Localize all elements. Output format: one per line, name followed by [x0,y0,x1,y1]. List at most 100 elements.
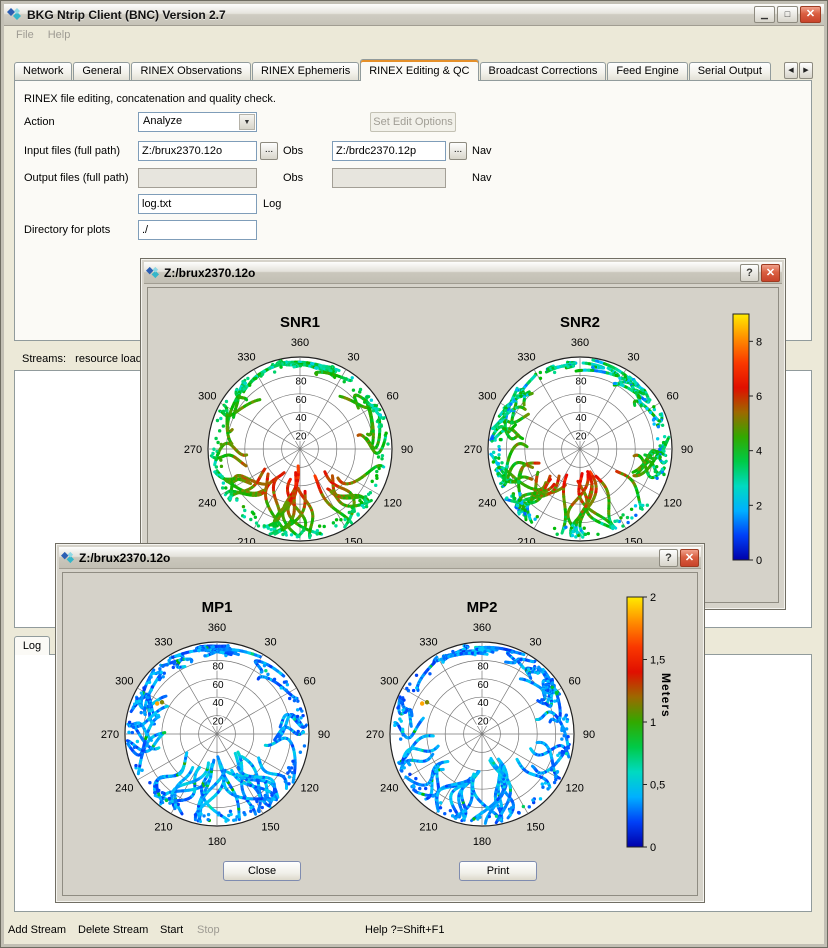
browse-obs-button[interactable]: ... [260,142,278,160]
close-button[interactable]: ✕ [800,6,821,23]
svg-text:300: 300 [198,391,216,403]
tab-strip: Network General RINEX Observations RINEX… [14,61,786,80]
svg-text:90: 90 [681,444,693,456]
svg-text:20: 20 [295,432,307,443]
mp-dialog-title: Z:/brux2370.12o [79,551,657,565]
tab-broadcast-corrections[interactable]: Broadcast Corrections [480,62,607,80]
tab-rinex-ephemeris[interactable]: RINEX Ephemeris [252,62,359,80]
help-shortcut-label: Help ?=Shift+F1 [365,924,445,936]
svg-text:30: 30 [347,351,359,363]
svg-text:80: 80 [575,376,587,387]
svg-text:60: 60 [295,395,307,406]
delete-stream-button[interactable]: Delete Stream [78,924,148,936]
svg-text:360: 360 [571,337,589,349]
tab-rinex-observations[interactable]: RINEX Observations [131,62,250,80]
plots-dir-label: Directory for plots [24,220,110,240]
input-nav-field[interactable] [332,141,446,161]
svg-text:300: 300 [478,391,496,403]
svg-text:6: 6 [756,391,762,403]
menu-file[interactable]: File [9,27,41,45]
close-icon[interactable]: ✕ [680,549,699,567]
bnc-icon [146,266,160,280]
svg-text:330: 330 [517,351,535,363]
input-obs-field[interactable] [138,141,257,161]
mp-dialog-title-bar[interactable]: Z:/brux2370.12o ? ✕ [59,547,701,569]
svg-text:120: 120 [300,783,318,795]
svg-text:330: 330 [237,351,255,363]
svg-text:270: 270 [184,444,202,456]
set-edit-options-button: Set Edit Options [370,112,456,132]
svg-text:360: 360 [208,622,226,634]
help-button[interactable]: ? [659,549,678,567]
action-label: Action [24,112,55,132]
output-obs-field [138,168,257,188]
output-obs-suffix-label: Obs [283,168,303,188]
window-title: BKG Ntrip Client (BNC) Version 2.7 [27,8,752,22]
output-files-label: Output files (full path) [24,168,129,188]
tab-scroll-right-button[interactable]: ▶ [799,62,813,79]
svg-text:4: 4 [756,446,762,458]
tab-log[interactable]: Log [14,636,50,655]
svg-text:330: 330 [154,636,172,648]
svg-text:40: 40 [212,698,224,709]
tab-network[interactable]: Network [14,62,72,80]
add-stream-button[interactable]: Add Stream [8,924,66,936]
snr-dialog-title: Z:/brux2370.12o [164,266,738,280]
svg-text:90: 90 [318,729,330,741]
maximize-button[interactable]: □ [777,6,798,23]
print-button[interactable]: Print [459,861,537,881]
snr-dialog-title-bar[interactable]: Z:/brux2370.12o ? ✕ [144,262,782,284]
svg-text:240: 240 [115,783,133,795]
svg-text:60: 60 [304,676,316,688]
start-button[interactable]: Start [160,924,183,936]
svg-text:80: 80 [212,661,224,672]
action-select[interactable]: Analyze ▼ [138,112,257,132]
output-nav-field [332,168,446,188]
svg-text:60: 60 [575,395,587,406]
title-bar[interactable]: BKG Ntrip Client (BNC) Version 2.7 ▁ □ ✕ [4,4,824,26]
mp-plot-area: MP1 MP2 36030609012015018021024027030033… [62,572,698,896]
nav-suffix-label: Nav [472,141,492,161]
colorbar-unit-label: Meters [659,673,673,718]
svg-text:300: 300 [115,676,133,688]
tab-serial-output[interactable]: Serial Output [689,62,771,80]
close-dialog-button[interactable]: Close [223,861,301,881]
svg-text:210: 210 [154,822,172,834]
tab-scroll-left-button[interactable]: ◀ [784,62,798,79]
input-files-label: Input files (full path) [24,141,120,161]
streams-header: Streams: resource load [22,353,142,365]
logfile-field[interactable] [138,194,257,214]
svg-text:360: 360 [291,337,309,349]
browse-nav-button[interactable]: ... [449,142,467,160]
svg-text:60: 60 [667,391,679,403]
tab-general[interactable]: General [73,62,130,80]
obs-suffix-label: Obs [283,141,303,161]
svg-text:0: 0 [756,555,762,567]
log-suffix-label: Log [263,194,281,214]
bnc-icon [61,551,75,565]
menu-bar: File Help [4,27,824,45]
plots-dir-field[interactable] [138,220,257,240]
tab-rinex-editing-qc[interactable]: RINEX Editing & QC [360,59,478,81]
svg-text:180: 180 [208,836,226,848]
svg-text:240: 240 [198,498,216,510]
svg-text:30: 30 [264,636,276,648]
chevron-down-icon[interactable]: ▼ [239,114,255,130]
svg-text:40: 40 [295,413,307,424]
bnc-main-window: BKG Ntrip Client (BNC) Version 2.7 ▁ □ ✕… [0,0,828,948]
mp-skyplots-canvas: 3603060901201501802102402703003308060402… [63,573,699,897]
panel-description: RINEX file editing, concatenation and qu… [24,89,276,109]
minimize-button[interactable]: ▁ [754,6,775,23]
help-button[interactable]: ? [740,264,759,282]
svg-text:120: 120 [663,498,681,510]
svg-text:60: 60 [212,680,224,691]
svg-text:120: 120 [383,498,401,510]
menu-help[interactable]: Help [41,27,78,45]
close-icon[interactable]: ✕ [761,264,780,282]
svg-text:20: 20 [575,432,587,443]
mp-plot-dialog: Z:/brux2370.12o ? ✕ MP1 MP2 360306090120… [55,543,705,903]
svg-text:40: 40 [575,413,587,424]
stop-button: Stop [197,924,220,936]
svg-text:270: 270 [101,729,119,741]
tab-feed-engine[interactable]: Feed Engine [607,62,687,80]
